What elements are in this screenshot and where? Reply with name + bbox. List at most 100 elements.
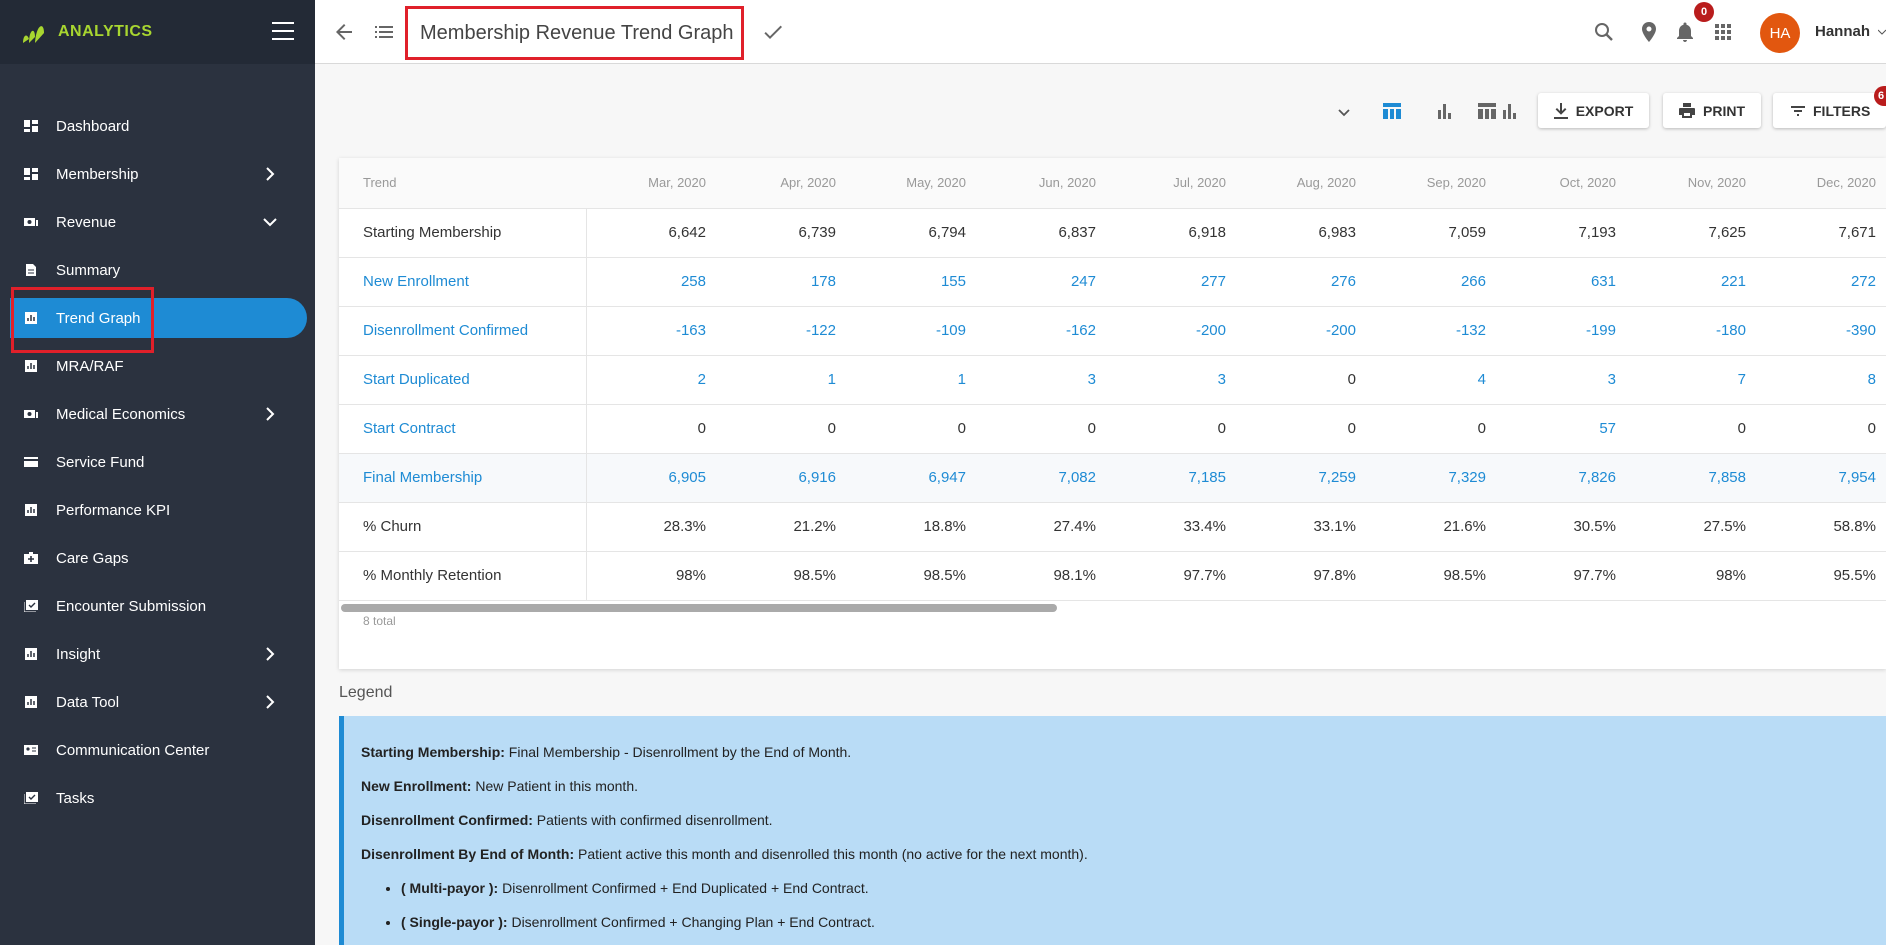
table-cell[interactable]: 7,082 xyxy=(976,453,1106,503)
column-header-month[interactable]: Nov, 2020 xyxy=(1626,158,1756,209)
table-cell[interactable]: 258 xyxy=(586,257,716,307)
horizontal-scrollbar[interactable] xyxy=(341,604,1057,612)
table-cell[interactable]: -200 xyxy=(1236,306,1366,356)
table-cell[interactable]: 266 xyxy=(1366,257,1496,307)
sidebar-item-trend-graph[interactable]: Trend Graph xyxy=(0,294,315,342)
column-header-month[interactable]: Aug, 2020 xyxy=(1236,158,1366,209)
table-cell: 27.5% xyxy=(1626,502,1756,552)
bar-chart-view-icon[interactable] xyxy=(1433,100,1455,122)
table-cell[interactable]: 247 xyxy=(976,257,1106,307)
column-header-month[interactable]: Apr, 2020 xyxy=(716,158,846,209)
bell-icon[interactable] xyxy=(1673,20,1697,44)
table-cell[interactable]: 57 xyxy=(1496,404,1626,454)
table-cell[interactable]: 7,185 xyxy=(1106,453,1236,503)
page-title[interactable]: Membership Revenue Trend Graph xyxy=(405,6,744,60)
apps-grid-icon[interactable] xyxy=(1711,20,1735,44)
table-cell[interactable]: 2 xyxy=(586,355,716,405)
table-view-icon[interactable] xyxy=(1381,100,1403,122)
table-cell[interactable]: 6,947 xyxy=(846,453,976,503)
sidebar-item-membership[interactable]: Membership xyxy=(0,150,315,198)
table-cell[interactable]: 7 xyxy=(1626,355,1756,405)
row-label[interactable]: Final Membership xyxy=(339,453,587,503)
table-cell[interactable]: 277 xyxy=(1106,257,1236,307)
table-cell[interactable]: 1 xyxy=(716,355,846,405)
table-cell[interactable]: 7,329 xyxy=(1366,453,1496,503)
row-label[interactable]: New Enrollment xyxy=(339,257,587,307)
brand[interactable]: ANALYTICS xyxy=(0,0,315,64)
table-cell[interactable]: -132 xyxy=(1366,306,1496,356)
table-cell[interactable]: -180 xyxy=(1626,306,1756,356)
table-chart-view-icon[interactable] xyxy=(1476,100,1520,122)
table-cell: 21.2% xyxy=(716,502,846,552)
table-cell[interactable]: 4 xyxy=(1366,355,1496,405)
table-cell[interactable]: -390 xyxy=(1756,306,1886,356)
export-button[interactable]: EXPORT xyxy=(1538,93,1649,128)
table-cell[interactable]: 631 xyxy=(1496,257,1626,307)
sidebar-item-dashboard[interactable]: Dashboard xyxy=(0,102,315,150)
column-header-month[interactable]: Mar, 2020 xyxy=(586,158,716,209)
print-button[interactable]: PRINT xyxy=(1663,93,1761,128)
sidebar-item-revenue[interactable]: Revenue xyxy=(0,198,315,246)
column-header-month[interactable]: Oct, 2020 xyxy=(1496,158,1626,209)
table-cell[interactable]: 276 xyxy=(1236,257,1366,307)
table-cell[interactable]: 7,954 xyxy=(1756,453,1886,503)
row-label[interactable]: Start Contract xyxy=(339,404,587,454)
sidebar-item-medical-economics[interactable]: Medical Economics xyxy=(0,390,315,438)
sidebar-item-care-gaps[interactable]: Care Gaps xyxy=(0,534,315,582)
row-label[interactable]: Start Duplicated xyxy=(339,355,587,405)
table-cell[interactable]: -122 xyxy=(716,306,846,356)
sidebar-item-label: Data Tool xyxy=(56,693,120,711)
column-header-month[interactable]: Jun, 2020 xyxy=(976,158,1106,209)
sidebar: ANALYTICS Dashboard Membership Revenue Summ… xyxy=(0,0,315,945)
table-cell[interactable]: 7,826 xyxy=(1496,453,1626,503)
sidebar-item-service-fund[interactable]: Service Fund xyxy=(0,438,315,486)
check-icon[interactable] xyxy=(761,20,785,44)
sidebar-item-tasks[interactable]: Tasks xyxy=(0,774,315,822)
back-arrow-icon[interactable] xyxy=(332,20,356,44)
table-cell[interactable]: 7,858 xyxy=(1626,453,1756,503)
location-pin-icon[interactable] xyxy=(1637,20,1661,44)
sidebar-item-encounter-submission[interactable]: Encounter Submission xyxy=(0,582,315,630)
username[interactable]: Hannah xyxy=(1815,23,1870,40)
sidebar-item-insight[interactable]: Insight xyxy=(0,630,315,678)
row-label[interactable]: Disenrollment Confirmed xyxy=(339,306,587,356)
table-cell[interactable]: 155 xyxy=(846,257,976,307)
filters-button[interactable]: FILTERS xyxy=(1773,93,1886,128)
menu-toggle-icon[interactable] xyxy=(272,22,294,40)
table-cell[interactable]: 1 xyxy=(846,355,976,405)
sidebar-item-mra-raf[interactable]: MRA/RAF xyxy=(0,342,315,390)
table-cell[interactable]: -163 xyxy=(586,306,716,356)
table-cell: 98% xyxy=(1626,551,1756,601)
table-cell[interactable]: 7,259 xyxy=(1236,453,1366,503)
table-cell[interactable]: 6,905 xyxy=(586,453,716,503)
table-cell[interactable]: -200 xyxy=(1106,306,1236,356)
table-cell[interactable]: -109 xyxy=(846,306,976,356)
chevron-down-icon[interactable] xyxy=(1878,28,1886,36)
sidebar-item-communication-center[interactable]: Communication Center xyxy=(0,726,315,774)
table-cell[interactable]: 8 xyxy=(1756,355,1886,405)
avatar[interactable]: HA xyxy=(1760,13,1800,53)
column-header-month[interactable]: Jul, 2020 xyxy=(1106,158,1236,209)
column-header-month[interactable]: Sep, 2020 xyxy=(1366,158,1496,209)
table-cell[interactable]: -162 xyxy=(976,306,1106,356)
sidebar-item-summary[interactable]: Summary xyxy=(0,246,315,294)
column-header-month[interactable]: May, 2020 xyxy=(846,158,976,209)
list-icon[interactable] xyxy=(372,20,396,44)
table-header-row: Trend Mar, 2020 Apr, 2020 May, 2020 Jun, 202… xyxy=(339,158,1886,209)
table-cell[interactable]: 272 xyxy=(1756,257,1886,307)
search-icon[interactable] xyxy=(1592,20,1616,44)
sidebar-item-performance-kpi[interactable]: Performance KPI xyxy=(0,486,315,534)
sidebar-item-data-tool[interactable]: Data Tool xyxy=(0,678,315,726)
table-cell[interactable]: 3 xyxy=(1496,355,1626,405)
table-cell[interactable]: 6,916 xyxy=(716,453,846,503)
table-cell[interactable]: -199 xyxy=(1496,306,1626,356)
sidebar-item-label: Tasks xyxy=(56,789,95,807)
column-header-trend[interactable]: Trend xyxy=(339,158,586,209)
table-cell[interactable]: 221 xyxy=(1626,257,1756,307)
table-cell[interactable]: 3 xyxy=(1106,355,1236,405)
table-cell[interactable]: 178 xyxy=(716,257,846,307)
column-header-month[interactable]: Dec, 2020 xyxy=(1756,158,1886,209)
table-cell[interactable]: 3 xyxy=(976,355,1106,405)
table-cell: 28.3% xyxy=(586,502,716,552)
collapse-chevron-icon[interactable] xyxy=(1336,104,1352,120)
